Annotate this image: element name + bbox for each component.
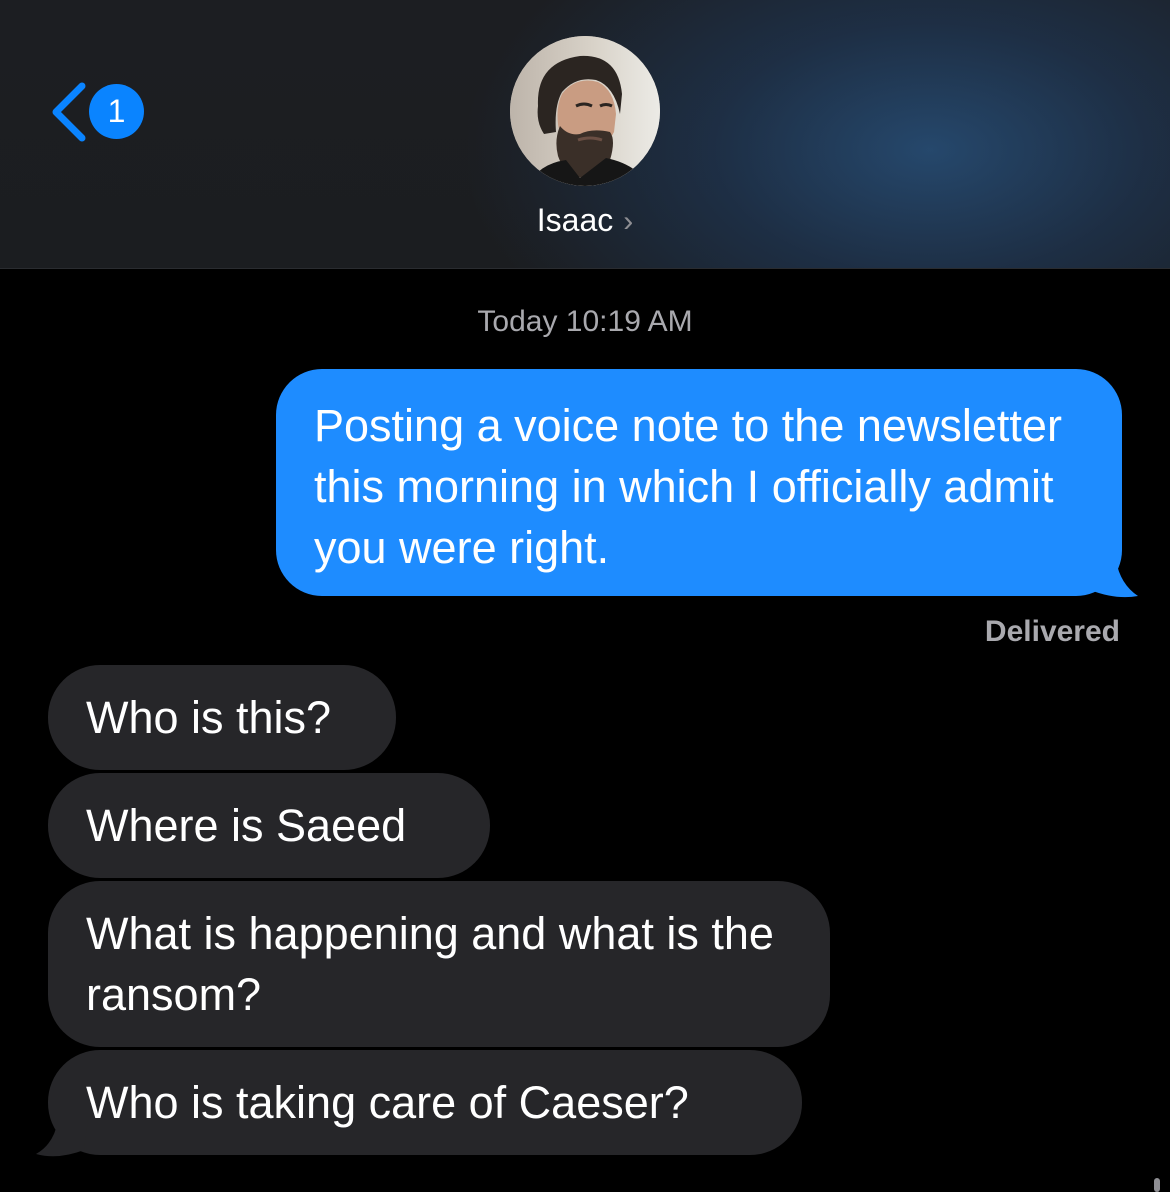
received-message-bubble[interactable]: Who is this?: [48, 665, 396, 770]
scroll-indicator[interactable]: [1154, 1178, 1160, 1192]
received-message-bubble[interactable]: What is happening and what is the ransom…: [48, 881, 830, 1047]
received-message-text: Where is Saeed: [86, 800, 407, 851]
message-timestamp: Today 10:19 AM: [477, 305, 693, 338]
sent-bubble-tail: [1086, 560, 1138, 598]
contact-name: Isaac: [536, 202, 614, 238]
received-message-bubble[interactable]: Where is Saeed: [48, 773, 490, 878]
received-message-text: What is happening and what is the ransom…: [86, 908, 774, 1020]
delivery-status: Delivered: [984, 615, 1120, 648]
sent-message-text: Posting a voice note to the newsletter t…: [314, 400, 1062, 573]
sent-message-bubble[interactable]: Posting a voice note to the newsletter t…: [276, 369, 1122, 596]
received-message-text: Who is taking care of Caeser?: [86, 1077, 689, 1128]
received-bubble-tail: [36, 1120, 88, 1157]
back-button[interactable]: 1: [44, 80, 154, 144]
contact-name-button[interactable]: Isaac ›: [0, 198, 1170, 244]
chevron-left-icon: [52, 82, 86, 142]
received-message-bubble[interactable]: Who is taking care of Caeser?: [48, 1050, 802, 1155]
messages-screen: 1 Isaac › Today 10:19 AM Posting a voice…: [0, 0, 1170, 1192]
chevron-right-icon: ›: [623, 205, 634, 238]
unread-count-badge: 1: [89, 84, 144, 139]
conversation-header: 1 Isaac ›: [0, 0, 1170, 269]
received-message-text: Who is this?: [86, 692, 332, 743]
avatar-photo: [510, 36, 660, 186]
contact-avatar[interactable]: [510, 36, 660, 186]
